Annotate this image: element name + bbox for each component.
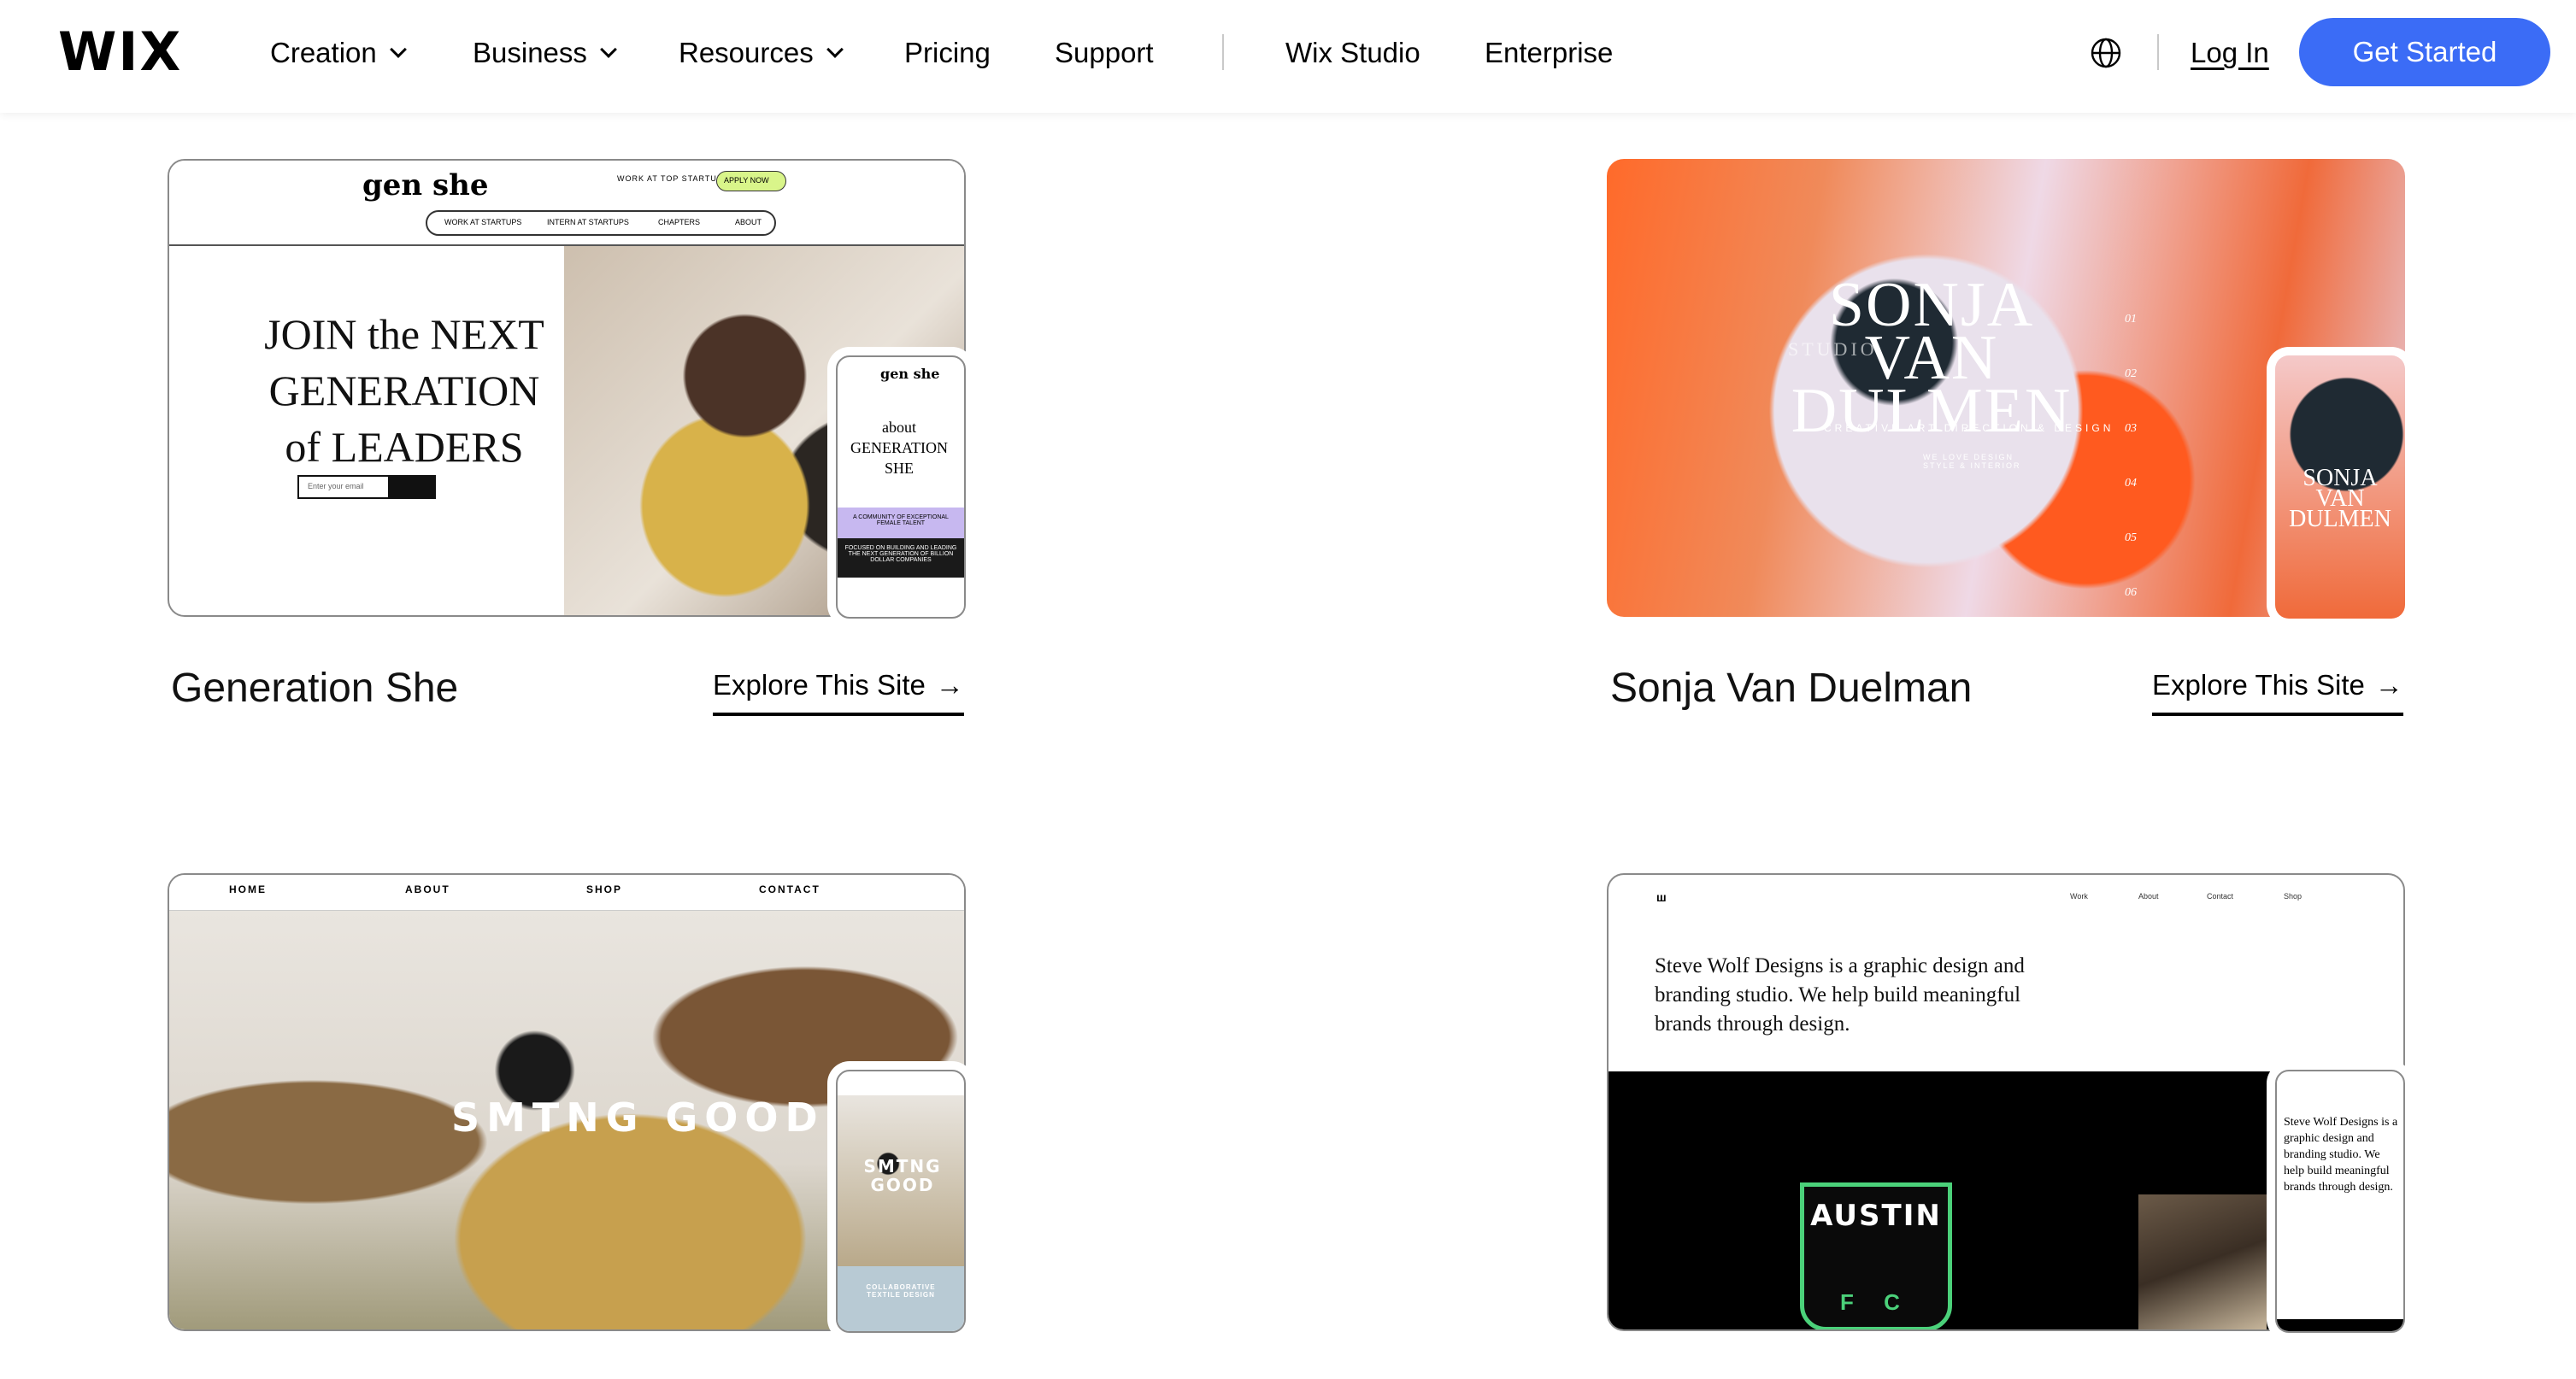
mobile-caption: COLLABORATIVE TEXTILE DESIGN xyxy=(838,1266,964,1331)
get-started-button[interactable]: Get Started xyxy=(2299,18,2550,86)
mobile-dark-band xyxy=(2277,1319,2403,1331)
mobile-intro: Steve Wolf Designs is a graphic design a… xyxy=(2284,1116,2398,1194)
preview-nav-item: CONTACT xyxy=(759,883,820,895)
preview-numbers: 01 02 03 04 05 06 xyxy=(2125,292,2137,617)
nav-resources[interactable]: Resources xyxy=(679,32,844,73)
preview-nav-item: HOME xyxy=(229,883,267,895)
preview-number: 04 xyxy=(2125,477,2137,490)
mobile-logo: SMTNG GOOD xyxy=(863,1156,942,1195)
nav-wix-studio-label: Wix Studio xyxy=(1285,37,1420,68)
explore-label: Explore This Site xyxy=(713,669,926,701)
chevron-down-icon xyxy=(600,41,617,58)
preview-nav-item: ABOUT xyxy=(405,883,450,895)
card-title: Sonja Van Duelman xyxy=(1610,666,1973,711)
mobile-headline: SONJA VAN DULMEN xyxy=(2289,465,2391,532)
chevron-down-icon xyxy=(389,41,407,58)
preview-headline: JOIN the NEXT GENERATION of LEADERS xyxy=(264,310,544,471)
nav-pricing-label: Pricing xyxy=(904,37,991,68)
preview-nav: HOME ABOUT SHOP CONTACT xyxy=(169,875,964,911)
nav-wix-studio[interactable]: Wix Studio xyxy=(1285,32,1420,73)
apply-label: APPLY NOW xyxy=(724,176,769,185)
preview-email-placeholder: Enter your email xyxy=(308,482,364,490)
steve-wolf-preview[interactable]: ш Work About Contact Shop Steve Wolf Des… xyxy=(1607,873,2405,1335)
nav-divider xyxy=(1222,34,1224,70)
nav-creation[interactable]: Creation xyxy=(270,32,407,73)
chevron-down-icon xyxy=(826,41,844,58)
nav-divider xyxy=(2157,34,2159,70)
preview-nav-item: SHOP xyxy=(586,883,623,895)
preview-logo: gen she xyxy=(362,168,489,202)
nav-creation-label: Creation xyxy=(270,37,377,68)
arrow-right-icon: → xyxy=(935,669,964,701)
nav-enterprise-label: Enterprise xyxy=(1485,37,1614,68)
mobile-preview: SMTNG GOOD COLLABORATIVE TEXTILE DESIGN xyxy=(836,1070,966,1333)
preview-logo: SMTNG GOOD xyxy=(451,1094,825,1141)
preview-sub: WE LOVE DESIGN STYLE & INTERIOR xyxy=(1923,453,2021,470)
arrow-right-icon: → xyxy=(2374,669,2403,701)
nav-enterprise[interactable]: Enterprise xyxy=(1485,32,1613,73)
preview-number: 02 xyxy=(2125,367,2137,380)
preview-header: gen she WORK AT TOP STARTUPS APPLY NOW W… xyxy=(169,161,964,246)
preview-number: 01 xyxy=(2125,313,2137,326)
mobile-footer: FOCUSED ON BUILDING AND LEADING THE NEXT… xyxy=(838,538,964,578)
explore-label: Explore This Site xyxy=(2152,669,2365,701)
nav-resources-label: Resources xyxy=(679,37,814,68)
preview-nav-item: CHAPTERS xyxy=(658,218,701,226)
wix-logo[interactable]: WIX xyxy=(58,26,182,79)
apply-button: APPLY NOW xyxy=(716,171,786,191)
mobile-logo: gen she xyxy=(880,366,940,382)
nav-support[interactable]: Support xyxy=(1055,32,1154,73)
nav-pricing[interactable]: Pricing xyxy=(904,32,991,73)
preview-nav: WORK AT STARTUPS INTERN AT STARTUPS CHAP… xyxy=(426,210,776,236)
preview-number: 06 xyxy=(2125,586,2137,599)
explore-site-link[interactable]: Explore This Site → xyxy=(2152,666,2403,716)
login-link[interactable]: Log In xyxy=(2191,32,2269,73)
preview-number: 05 xyxy=(2125,531,2137,544)
preview-nav-item: About xyxy=(2138,892,2159,901)
badge-sub: F C xyxy=(1840,1289,1912,1315)
preview-top-link: WORK AT TOP STARTUPS xyxy=(617,174,729,183)
generation-she-preview[interactable]: gen she WORK AT TOP STARTUPS APPLY NOW W… xyxy=(168,159,966,620)
site-header: WIX Creation Business Resources Pricing … xyxy=(0,0,2576,113)
smtng-good-preview[interactable]: HOME ABOUT SHOP CONTACT SMTNG GOOD SMTNG… xyxy=(168,873,966,1335)
mobile-tagline: A COMMUNITY OF EXCEPTIONAL FEMALE TALENT xyxy=(838,508,964,538)
preview-logo-icon: ш xyxy=(1656,890,1667,904)
preview-photo xyxy=(2138,1194,2267,1329)
preview-nav-item: ABOUT xyxy=(735,218,762,226)
nav-support-label: Support xyxy=(1055,37,1154,68)
preview-nav-item: Shop xyxy=(2284,892,2303,901)
preview-nav-item: WORK AT STARTUPS xyxy=(444,218,522,226)
mobile-preview: gen she about GENERATION SHE A COMMUNITY… xyxy=(836,355,966,619)
preview-intro: Steve Wolf Designs is a graphic design a… xyxy=(1655,954,2025,1036)
preview-email-submit xyxy=(388,475,436,499)
explore-site-link[interactable]: Explore This Site → xyxy=(713,666,964,716)
mobile-preview: SONJA VAN DULMEN xyxy=(2275,355,2405,619)
nav-business[interactable]: Business xyxy=(473,32,617,73)
badge-text: AUSTIN xyxy=(1810,1199,1942,1233)
sonja-preview[interactable]: SONJA VAN DULMEN STUDIO CREATIVE ART DIR… xyxy=(1607,159,2405,620)
preview-studio: STUDIO xyxy=(1788,338,1878,360)
globe-icon[interactable] xyxy=(2091,38,2121,68)
preview-nav-item: Work xyxy=(2070,892,2088,901)
preview-nav-item: Contact xyxy=(2207,892,2234,901)
preview-tagline: CREATIVE ART DIRECTION & DESIGN xyxy=(1824,422,2114,434)
nav-business-label: Business xyxy=(473,37,587,68)
card-title: Generation She xyxy=(171,666,459,711)
mobile-preview: Steve Wolf Designs is a graphic design a… xyxy=(2275,1070,2405,1333)
mobile-heading: about GENERATION SHE xyxy=(850,419,948,477)
preview-number: 03 xyxy=(2125,422,2137,435)
preview-nav-item: INTERN AT STARTUPS xyxy=(547,218,629,226)
austin-fc-badge: AUSTIN F C xyxy=(1800,1182,1952,1329)
